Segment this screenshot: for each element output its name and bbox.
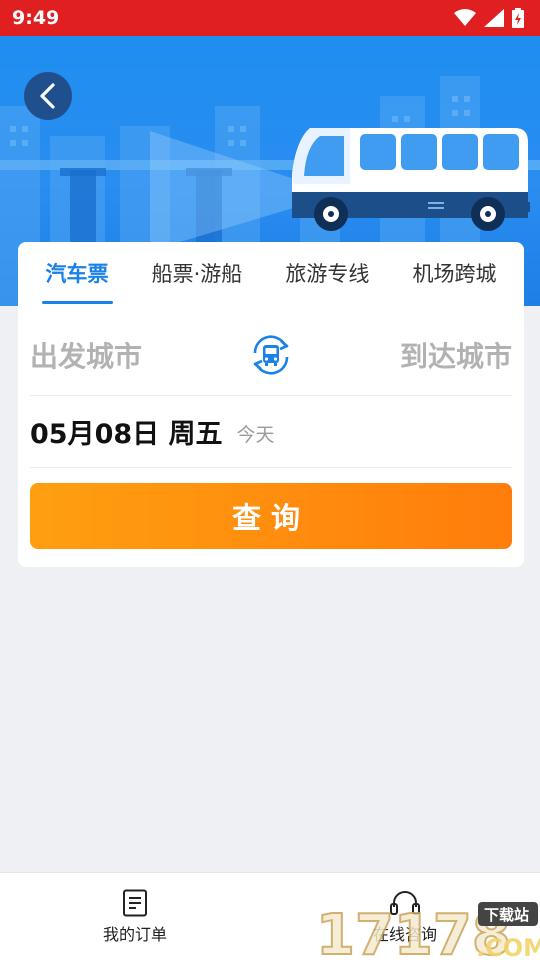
tab-bus-ticket[interactable]: 汽车票 — [41, 242, 113, 304]
date-selector-row[interactable]: 05月08日 周五 今天 — [30, 396, 512, 468]
ticket-type-tabs: 汽车票 船票·游船 旅游专线 机场跨城 — [18, 242, 524, 304]
status-time: 9:49 — [12, 7, 60, 29]
arrival-city-field[interactable]: 到达城市 — [400, 335, 512, 375]
query-button[interactable]: 查询 — [30, 483, 512, 549]
status-icons — [454, 8, 524, 28]
date-today-hint: 今天 — [236, 424, 275, 446]
swap-bus-icon — [253, 334, 289, 375]
tab-ship-ticket[interactable]: 船票·游船 — [148, 242, 247, 304]
departure-date: 05月08日 周五 — [30, 419, 223, 450]
document-icon — [123, 889, 147, 916]
signal-icon — [484, 9, 504, 27]
city-selector-row: 出发城市 到达城市 — [30, 314, 512, 396]
status-bar: 9:49 — [0, 0, 540, 36]
watermark-badge: 下载站 — [484, 906, 529, 924]
tab-tourist-line[interactable]: 旅游专线 — [281, 242, 373, 304]
wifi-icon — [454, 9, 476, 26]
watermark-logo: 17178 .COM 下载站 — [316, 902, 540, 960]
departure-city-field[interactable]: 出发城市 — [30, 335, 142, 375]
ticket-search-card: 汽车票 船票·游船 旅游专线 机场跨城 出发城市 到达城市 05月08日 周五 … — [18, 242, 524, 567]
watermark-sub: .COM — [476, 934, 540, 960]
nav-my-orders[interactable]: 我的订单 — [0, 873, 270, 960]
back-button[interactable] — [24, 72, 72, 120]
chevron-left-icon — [40, 83, 55, 109]
battery-icon — [512, 8, 524, 28]
nav-my-orders-label: 我的订单 — [102, 924, 167, 944]
swap-cities-button[interactable] — [247, 331, 295, 379]
tab-airport-intercity[interactable]: 机场跨城 — [408, 242, 500, 304]
